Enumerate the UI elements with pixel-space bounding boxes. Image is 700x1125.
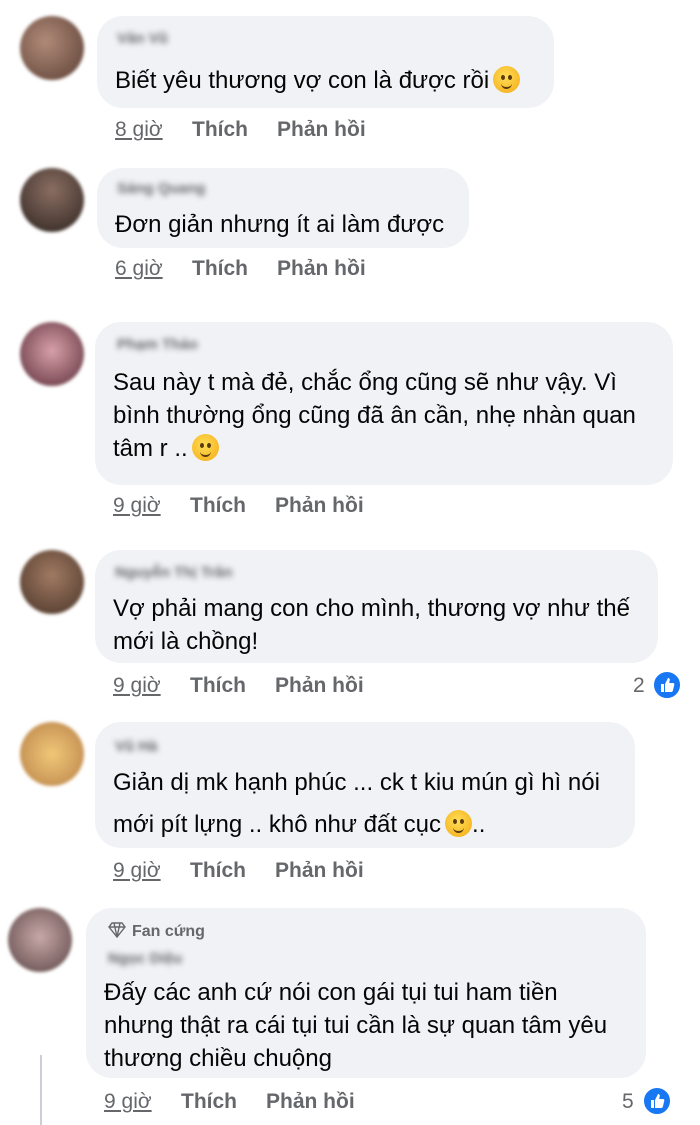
comment-author[interactable]: Nguyễn Thị Trân [115, 564, 233, 581]
comment-bubble: Văn Vũ Biết yêu thương vợ con là được rồ… [97, 16, 554, 108]
comment-bubble: Fan cứng Ngọc Diệu Đấy các anh cứ nói co… [86, 908, 646, 1078]
comment-author[interactable]: Ngọc Diệu [108, 950, 182, 967]
avatar[interactable] [8, 908, 72, 972]
comment-text: Sau này t mà đẻ, chắc ổng cũng sẽ như vậ… [113, 369, 636, 462]
like-reaction-icon[interactable] [652, 670, 682, 700]
comment-bubble: Phạm Thảo Sau này t mà đẻ, chắc ổng cũng… [95, 322, 673, 485]
comment-bubble: Nguyễn Thị Trân Vợ phải mang con cho mìn… [95, 550, 658, 663]
comment-text: Biết yêu thương vợ con là được rồi [115, 64, 521, 97]
reply-button[interactable]: Phản hồi [277, 257, 366, 281]
comment-time[interactable]: 9 giờ [113, 494, 161, 518]
reply-button[interactable]: Phản hồi [275, 859, 364, 883]
comment-author[interactable]: Sáng Quang [117, 180, 205, 197]
thumbs-up-icon [661, 678, 675, 692]
avatar[interactable] [20, 16, 84, 80]
thread-line [40, 1055, 42, 1125]
avatar[interactable] [20, 722, 84, 786]
comment-text: Đơn giản nhưng ít ai làm được [115, 211, 445, 238]
avatar[interactable] [20, 322, 84, 386]
comment-text: Đấy các anh cứ nói con gái tụi tui ham t… [104, 979, 608, 1072]
comment-time[interactable]: 9 giờ [104, 1090, 152, 1114]
zany-face-emoji [191, 434, 219, 461]
top-fan-badge: Fan cứng [108, 922, 205, 941]
comment-bubble: Vũ Hà Giản dị mk hạnh phúc ... ck t kiu … [95, 722, 635, 848]
comment-bubble: Sáng Quang Đơn giản nhưng ít ai làm được [97, 168, 469, 248]
like-button[interactable]: Thích [190, 674, 246, 698]
reply-button[interactable]: Phản hồi [266, 1090, 355, 1114]
crying-face-emoji [493, 66, 521, 93]
like-button[interactable]: Thích [190, 859, 246, 883]
comment-time[interactable]: 9 giờ [113, 859, 161, 883]
comment-author[interactable]: Vũ Hà [115, 738, 158, 755]
avatar[interactable] [20, 168, 84, 232]
reaction-count[interactable]: 5 [622, 1090, 634, 1114]
thumbs-up-icon [651, 1094, 665, 1108]
comment-time[interactable]: 8 giờ [115, 118, 163, 142]
reaction-count[interactable]: 2 [633, 674, 645, 698]
reply-button[interactable]: Phản hồi [275, 494, 364, 518]
avatar[interactable] [20, 550, 84, 614]
reply-button[interactable]: Phản hồi [277, 118, 366, 142]
like-button[interactable]: Thích [181, 1090, 237, 1114]
reply-button[interactable]: Phản hồi [275, 674, 364, 698]
diamond-icon [108, 922, 126, 938]
rolling-laughing-emoji [445, 810, 473, 837]
like-button[interactable]: Thích [192, 257, 248, 281]
like-button[interactable]: Thích [192, 118, 248, 142]
comment-author[interactable]: Văn Vũ [117, 30, 168, 47]
like-button[interactable]: Thích [190, 494, 246, 518]
comment-text: Giản dị mk hạnh phúc ... ck t kiu mún gì… [113, 769, 600, 838]
comment-author[interactable]: Phạm Thảo [117, 336, 198, 353]
comment-time[interactable]: 9 giờ [113, 674, 161, 698]
comment-time[interactable]: 6 giờ [115, 257, 163, 281]
like-reaction-icon[interactable] [642, 1086, 672, 1116]
comment-text: Vợ phải mang con cho mình, thương vợ như… [113, 595, 630, 655]
